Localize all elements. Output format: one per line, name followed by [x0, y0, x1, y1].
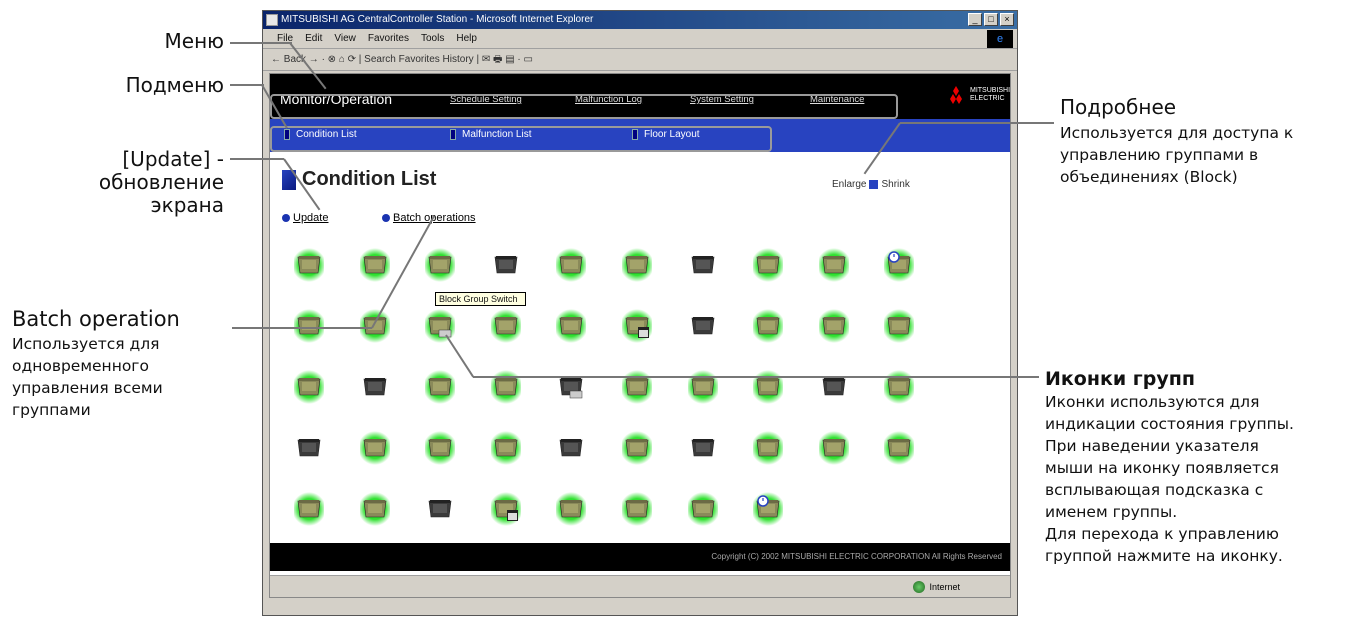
annotated-screenshot-figure: Меню Подменю [Update] - обновление экран…	[0, 0, 1367, 619]
group-icon[interactable]	[493, 251, 519, 279]
callout-update-line1: [Update] -	[122, 147, 224, 171]
callout-submenu-label: Подменю	[125, 73, 224, 97]
callout-details-desc-2: управлению группами в	[1060, 146, 1259, 164]
menu-edit[interactable]: Edit	[305, 29, 322, 48]
group-icon[interactable]	[884, 248, 915, 282]
group-icon[interactable]	[818, 248, 849, 282]
group-icon[interactable]	[425, 309, 456, 343]
leader-icons	[473, 376, 1039, 378]
group-icon[interactable]	[556, 309, 587, 343]
group-icon[interactable]	[359, 309, 390, 343]
group-icon[interactable]	[687, 492, 718, 526]
group-icon[interactable]	[690, 312, 716, 340]
group-icon[interactable]	[362, 373, 388, 401]
group-icon[interactable]	[558, 434, 584, 462]
group-icon[interactable]	[490, 309, 521, 343]
page-footer: Copyright (C) 2002 MITSUBISHI ELECTRIC C…	[270, 543, 1010, 571]
group-icon[interactable]	[753, 431, 784, 465]
browser-toolbar[interactable]: ← Back → · ⊗ ⌂ ⟳ | Search Favorites Hist…	[263, 49, 1017, 71]
group-icon[interactable]	[753, 492, 784, 526]
group-icon[interactable]	[294, 370, 324, 404]
group-icon[interactable]	[359, 431, 390, 465]
leader-submenu	[230, 84, 264, 86]
group-icon[interactable]	[425, 431, 456, 465]
group-icon[interactable]	[884, 431, 915, 465]
callout-update-line2: обновление	[98, 170, 224, 194]
group-icon[interactable]	[690, 251, 716, 279]
ie-icon	[266, 14, 278, 26]
callout-batch-desc-1: Используется для	[12, 335, 160, 353]
callout-update-line3: экрана	[150, 193, 224, 217]
callout-update: [Update] - обновление экрана	[90, 148, 224, 217]
group-icon[interactable]	[622, 248, 652, 282]
leader-update	[230, 158, 284, 160]
callout-menu-label: Меню	[164, 29, 224, 53]
callout-menu: Меню	[120, 30, 224, 53]
menu-highlight-box	[270, 94, 898, 119]
menu-help[interactable]: Help	[456, 29, 477, 48]
windows-logo-icon: e	[987, 30, 1013, 48]
group-icon[interactable]	[294, 492, 324, 526]
callout-icons-title: Иконки групп	[1045, 368, 1195, 390]
browser-statusbar: Internet	[270, 575, 1010, 597]
callout-icons-desc-7: Для перехода к управлению	[1045, 525, 1279, 543]
browser-menubar: File Edit View Favorites Tools Help e	[263, 29, 1017, 49]
menu-view[interactable]: View	[334, 29, 356, 48]
callout-batch: Batch operation Используется для одновре…	[12, 306, 232, 421]
leader-details	[900, 122, 1054, 124]
group-icon[interactable]	[425, 248, 456, 282]
callout-details-desc-1: Используется для доступа к	[1060, 124, 1294, 142]
callout-icons-desc-3: При наведении указателя	[1045, 437, 1259, 455]
callout-batch-desc-2: одновременного	[12, 357, 149, 375]
maximize-button[interactable]: □	[984, 13, 998, 26]
callout-details: Подробнее Используется для доступа к упр…	[1060, 96, 1360, 188]
group-icon[interactable]	[359, 248, 390, 282]
browser-title: MITSUBISHI AG CentralController Station …	[281, 14, 594, 25]
callout-group-icons: Иконки групп Иконки используются для инд…	[1045, 367, 1365, 567]
group-icon[interactable]	[622, 309, 652, 343]
group-icon-grid	[270, 74, 1010, 597]
group-icon[interactable]	[818, 309, 849, 343]
group-icon[interactable]	[294, 248, 324, 282]
callout-icons-desc-2: индикации состояния группы.	[1045, 415, 1294, 433]
callout-batch-desc-3: управления всеми	[12, 379, 163, 397]
callout-icons-desc-5: всплывающая подсказка с	[1045, 481, 1264, 499]
group-icon[interactable]	[753, 248, 784, 282]
group-icon[interactable]	[556, 248, 587, 282]
submenu-highlight-box	[270, 126, 772, 152]
menu-favorites[interactable]: Favorites	[368, 29, 409, 48]
group-icon[interactable]	[884, 309, 915, 343]
callout-details-desc-3: объединениях (Block)	[1060, 168, 1238, 186]
callout-batch-desc-4: группами	[12, 401, 91, 419]
callout-icons-desc-4: мыши на иконку появляется	[1045, 459, 1279, 477]
callout-icons-desc-1: Иконки используются для	[1045, 393, 1260, 411]
group-icon[interactable]	[690, 434, 716, 462]
group-icon[interactable]	[490, 431, 521, 465]
callout-icons-desc-6: именем группы.	[1045, 503, 1178, 521]
group-icon[interactable]	[818, 431, 849, 465]
close-button[interactable]: ×	[1000, 13, 1014, 26]
callout-batch-title: Batch operation	[12, 307, 180, 331]
callout-submenu: Подменю	[90, 74, 224, 97]
group-icon[interactable]	[622, 431, 652, 465]
callout-details-title: Подробнее	[1060, 95, 1177, 119]
group-icon[interactable]	[296, 434, 322, 462]
group-icon[interactable]	[427, 495, 453, 523]
leader-menu	[230, 42, 292, 44]
group-tooltip: Block Group Switch	[435, 292, 526, 306]
group-icon[interactable]	[359, 492, 390, 526]
leader-batch	[232, 327, 372, 329]
internet-zone: Internet	[911, 579, 960, 595]
group-icon[interactable]	[294, 309, 324, 343]
minimize-button[interactable]: _	[968, 13, 982, 26]
group-icon[interactable]	[425, 370, 456, 404]
group-icon[interactable]	[556, 492, 587, 526]
group-icon[interactable]	[490, 492, 521, 526]
group-icon[interactable]	[753, 309, 784, 343]
browser-titlebar: MITSUBISHI AG CentralController Station …	[263, 11, 1017, 29]
menu-tools[interactable]: Tools	[421, 29, 444, 48]
callout-icons-desc-8: группой нажмите на иконку.	[1045, 547, 1283, 565]
group-icon[interactable]	[622, 492, 652, 526]
